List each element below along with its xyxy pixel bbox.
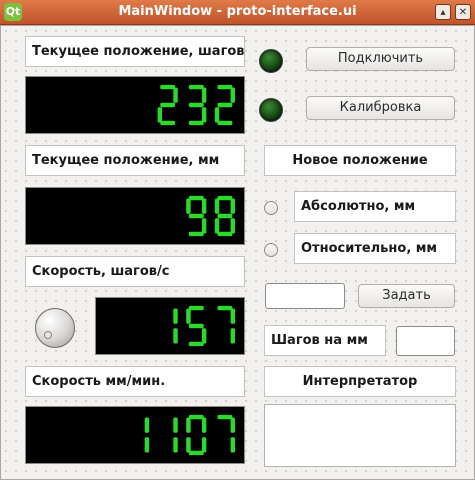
lcd-segment <box>201 198 207 214</box>
calibration-led <box>259 98 283 122</box>
connection-led <box>259 49 283 73</box>
speed-mm-lcd <box>25 406 245 464</box>
lcd-segment <box>214 107 220 123</box>
lcd-segment <box>160 102 176 108</box>
lcd-segment <box>186 437 191 453</box>
connect-button[interactable]: Подключить <box>306 47 455 71</box>
lcd-segment <box>214 198 220 214</box>
lcd-segment <box>188 102 204 108</box>
interpreter-textarea[interactable] <box>264 404 456 467</box>
speed-steps-lcd <box>95 297 245 355</box>
lcd-segment <box>230 417 235 433</box>
absolute-label: Абсолютно, мм <box>294 191 456 222</box>
speed-steps-label: Скорость, шагов/с <box>25 256 245 287</box>
lcd-segment <box>160 120 176 126</box>
close-button[interactable]: ✕ <box>455 4 471 20</box>
lcd-segment <box>173 437 178 453</box>
lcd-segment <box>144 437 150 453</box>
lcd-segment <box>173 328 178 344</box>
lcd-segment <box>186 308 191 324</box>
lcd-segment <box>188 120 204 126</box>
lcd-segment <box>144 417 150 433</box>
lcd-segment <box>160 84 176 90</box>
lcd-segment <box>217 120 233 126</box>
lcd-segment <box>157 107 163 123</box>
lcd-segment <box>217 213 233 219</box>
new-position-label: Новое положение <box>264 145 456 176</box>
lcd-segment <box>201 107 207 123</box>
lcd-segment <box>188 414 204 420</box>
speed-dial-notch <box>44 331 52 339</box>
lcd-segment <box>186 198 191 214</box>
steps-per-mm-label: Шагов на мм <box>264 325 386 356</box>
speed-steps-lcd-display <box>173 305 235 347</box>
lcd-segment <box>230 87 235 103</box>
set-button[interactable]: Задать <box>358 284 455 308</box>
window-title: MainWindow - proto-interface.ui <box>118 4 357 19</box>
lcd-segment <box>188 305 204 311</box>
lcd-segment <box>173 87 178 103</box>
lcd-segment <box>186 417 191 433</box>
position-steps-lcd-display <box>157 84 235 126</box>
lcd-segment <box>188 341 204 347</box>
lcd-segment <box>173 417 178 433</box>
relative-radio[interactable] <box>264 243 278 257</box>
interpreter-label: Интерпретатор <box>264 366 456 397</box>
lcd-segment <box>201 218 207 234</box>
main-window-client: Текущее положение, шагов Текущее положен… <box>0 25 475 480</box>
position-mm-lcd <box>25 187 245 245</box>
lcd-segment <box>217 102 233 108</box>
lcd-segment <box>201 437 207 453</box>
lcd-segment <box>201 328 207 344</box>
speed-mm-label: Скорость мм/мин. <box>25 366 245 397</box>
absolute-radio[interactable] <box>264 201 278 215</box>
lcd-segment <box>188 213 204 219</box>
lcd-segment <box>201 417 207 433</box>
lcd-segment <box>201 87 207 103</box>
lcd-segment <box>188 195 204 201</box>
lcd-segment <box>230 218 235 234</box>
lcd-segment <box>230 198 235 214</box>
lcd-segment <box>188 84 204 90</box>
lcd-segment <box>188 323 204 329</box>
speed-dial[interactable] <box>35 308 75 348</box>
minimize-button[interactable]: ▴ <box>435 4 451 20</box>
position-steps-lcd <box>25 76 245 134</box>
lcd-segment <box>230 308 235 324</box>
lcd-segment <box>217 84 233 90</box>
lcd-segment <box>230 328 235 344</box>
position-mm-label: Текущее положение, мм <box>25 145 245 176</box>
lcd-segment <box>214 218 220 234</box>
lcd-segment <box>230 437 235 453</box>
lcd-segment <box>217 305 233 311</box>
new-position-input[interactable] <box>265 283 345 309</box>
steps-per-mm-input[interactable] <box>396 326 455 356</box>
lcd-segment <box>188 231 204 237</box>
title-bar[interactable]: Qt MainWindow - proto-interface.ui ▴ ✕ <box>0 0 475 25</box>
position-mm-lcd-display <box>186 195 235 237</box>
relative-label: Относительно, мм <box>294 233 456 264</box>
lcd-segment <box>173 308 178 324</box>
lcd-segment <box>217 231 233 237</box>
calibrate-button[interactable]: Калибровка <box>306 96 455 120</box>
lcd-segment <box>188 450 204 456</box>
speed-mm-lcd-display <box>144 414 235 456</box>
lcd-segment <box>217 414 233 420</box>
lcd-segment <box>217 195 233 201</box>
position-steps-label: Текущее положение, шагов <box>25 36 245 67</box>
